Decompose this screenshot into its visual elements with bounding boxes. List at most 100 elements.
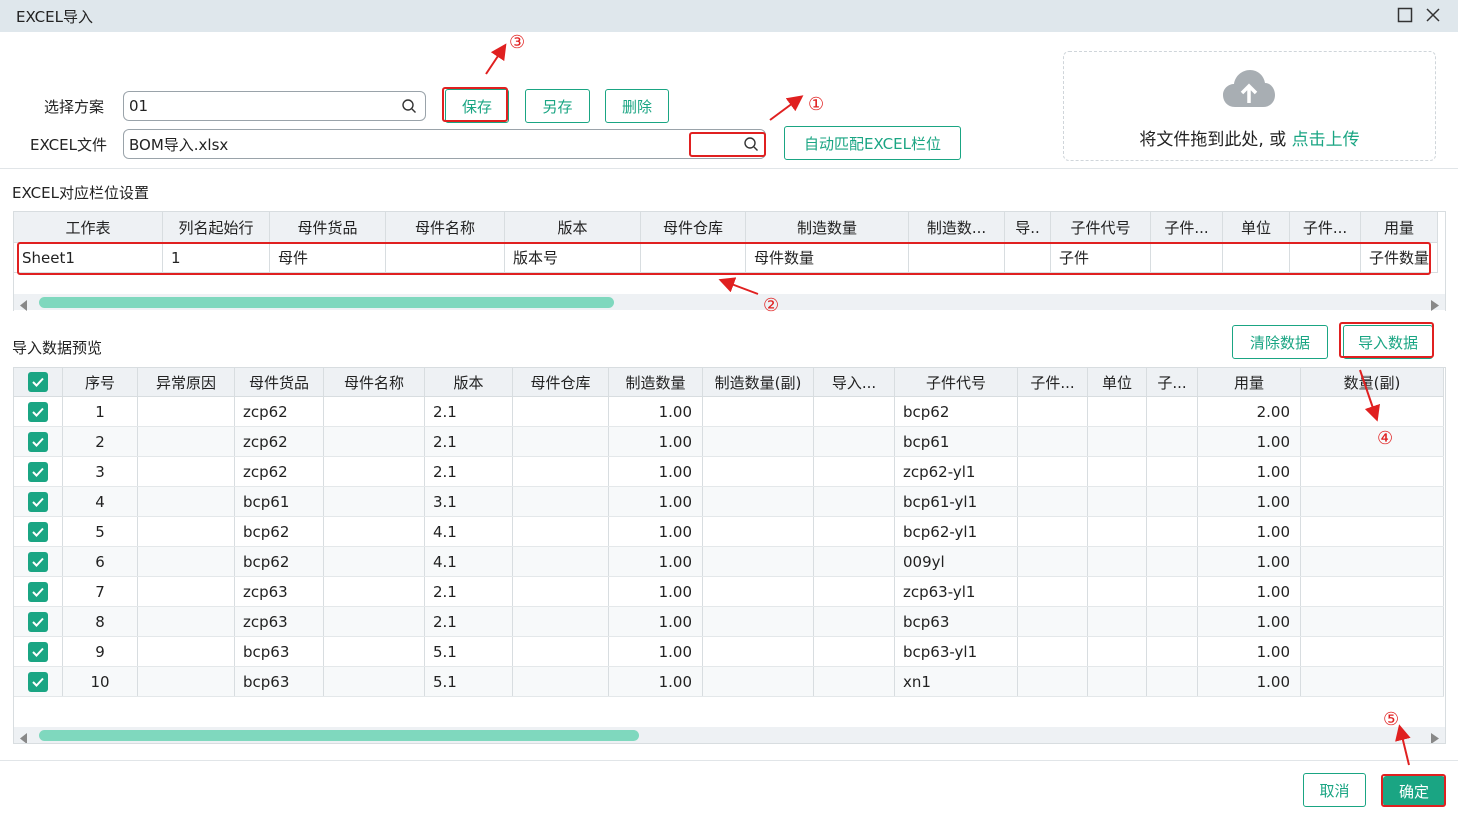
mapping-cell[interactable] — [909, 243, 1005, 272]
table-cell[interactable] — [14, 427, 63, 456]
mapping-header-row: 工作表 列名起始行 母件货品 母件名称 版本 母件仓库 制造数量 制造数... 导.. 子件代号子… — [14, 212, 1438, 243]
table-cell — [1147, 487, 1198, 516]
scroll-left-icon[interactable] — [20, 730, 28, 743]
mapping-cell[interactable]: Sheet1 — [14, 243, 163, 272]
mapping-cell[interactable]: 版本号 — [505, 243, 641, 272]
table-cell[interactable] — [14, 607, 63, 636]
preview-header-cell[interactable]: 母件货品 — [235, 368, 324, 396]
mapping-cell[interactable] — [386, 243, 505, 272]
mapping-cell[interactable] — [1151, 243, 1223, 272]
table-cell[interactable] — [14, 637, 63, 666]
mapping-header-cell[interactable]: 工作表 — [14, 212, 163, 242]
mapping-header-cell[interactable]: 子件代号 — [1051, 212, 1151, 242]
import-data-button[interactable]: 导入数据 — [1343, 325, 1433, 359]
table-cell: zcp63 — [235, 577, 324, 606]
cancel-button[interactable]: 取消 — [1303, 773, 1366, 807]
mapping-header-cell[interactable]: 制造数量 — [746, 212, 909, 242]
mapping-header-cell[interactable]: 母件名称 — [386, 212, 505, 242]
row-checkbox[interactable] — [28, 401, 48, 422]
mapping-scrollbar[interactable] — [14, 294, 1445, 311]
mapping-cell[interactable]: 1 — [163, 243, 270, 272]
table-cell — [1301, 397, 1444, 426]
mapping-header-cell[interactable]: 子件... — [1151, 212, 1223, 242]
mapping-cell[interactable]: 母件 — [270, 243, 386, 272]
delete-button[interactable]: 删除 — [605, 89, 669, 123]
mapping-cell[interactable] — [1290, 243, 1361, 272]
table-cell[interactable] — [14, 547, 63, 576]
table-cell: 1.00 — [1198, 547, 1301, 576]
preview-scrollbar[interactable] — [14, 727, 1445, 743]
mapping-header-cell[interactable]: 单位 — [1223, 212, 1290, 242]
table-cell — [1088, 427, 1147, 456]
row-checkbox[interactable] — [28, 521, 48, 542]
save-as-button[interactable]: 另存 — [525, 89, 590, 123]
preview-header-cell[interactable]: 制造数量 — [609, 368, 703, 396]
mapping-cell[interactable]: 子件数量 — [1361, 243, 1438, 272]
row-checkbox[interactable] — [28, 461, 48, 482]
preview-header-cell[interactable]: 制造数量(副) — [703, 368, 814, 396]
table-cell[interactable] — [14, 487, 63, 516]
scroll-left-icon[interactable] — [20, 297, 28, 311]
table-cell — [703, 667, 814, 696]
file-search-icon[interactable] — [743, 136, 759, 156]
row-checkbox[interactable] — [28, 431, 48, 452]
mapping-header-cell[interactable]: 版本 — [505, 212, 641, 242]
confirm-button[interactable]: 确定 — [1383, 776, 1445, 806]
mapping-header-cell[interactable]: 制造数... — [909, 212, 1005, 242]
close-icon[interactable] — [1424, 6, 1442, 24]
preview-header-cell[interactable]: 异常原因 — [138, 368, 235, 396]
row-checkbox[interactable] — [28, 611, 48, 632]
search-icon[interactable] — [401, 98, 417, 118]
select-all-checkbox[interactable] — [28, 372, 48, 392]
preview-header-cell[interactable]: 导入... — [814, 368, 895, 396]
table-cell[interactable] — [14, 397, 63, 426]
mapping-cell[interactable]: 母件数量 — [746, 243, 909, 272]
table-cell: 1.00 — [609, 427, 703, 456]
table-cell[interactable] — [14, 457, 63, 486]
maximize-icon[interactable] — [1396, 6, 1414, 24]
mapping-header-cell[interactable]: 导.. — [1005, 212, 1051, 242]
mapping-cell[interactable] — [1223, 243, 1290, 272]
preview-header-cell[interactable]: 用量 — [1198, 368, 1301, 396]
preview-header-cell[interactable]: 数量(副) — [1301, 368, 1444, 396]
upload-dropzone[interactable]: 将文件拖到此处, 或 点击上传 — [1063, 51, 1436, 161]
table-cell[interactable] — [14, 667, 63, 696]
upload-link[interactable]: 点击上传 — [1292, 130, 1360, 150]
auto-match-button[interactable]: 自动匹配EXCEL栏位 — [784, 126, 961, 160]
table-cell[interactable] — [14, 577, 63, 606]
table-cell[interactable] — [14, 517, 63, 546]
mapping-cell[interactable]: 子件 — [1051, 243, 1151, 272]
row-checkbox[interactable] — [28, 581, 48, 602]
mapping-header-cell[interactable]: 母件货品 — [270, 212, 386, 242]
row-checkbox[interactable] — [28, 641, 48, 662]
preview-header-cell[interactable]: 子... — [1147, 368, 1198, 396]
mapping-scrollbar-thumb[interactable] — [39, 297, 614, 308]
preview-header-cell[interactable] — [14, 368, 63, 396]
mapping-header-cell[interactable]: 用量 — [1361, 212, 1438, 242]
scheme-input[interactable]: 01 — [123, 91, 426, 121]
preview-header-cell[interactable]: 版本 — [425, 368, 513, 396]
preview-header-cell[interactable]: 单位 — [1088, 368, 1147, 396]
row-checkbox[interactable] — [28, 551, 48, 572]
mapping-cell[interactable] — [1005, 243, 1051, 272]
mapping-header-cell[interactable]: 列名起始行 — [163, 212, 270, 242]
preview-scrollbar-thumb[interactable] — [39, 730, 639, 741]
file-input[interactable]: BOM导入.xlsx — [123, 129, 766, 159]
save-button[interactable]: 保存 — [445, 89, 509, 123]
row-checkbox[interactable] — [28, 671, 48, 692]
table-cell — [324, 547, 425, 576]
scroll-right-icon[interactable] — [1431, 730, 1439, 743]
preview-header-cell[interactable]: 子件... — [1018, 368, 1088, 396]
preview-header-cell[interactable]: 母件名称 — [324, 368, 425, 396]
table-cell: zcp62-yl1 — [895, 457, 1018, 486]
row-checkbox[interactable] — [28, 491, 48, 512]
table-cell: 2.1 — [425, 607, 513, 636]
mapping-cell[interactable] — [641, 243, 746, 272]
preview-header-cell[interactable]: 序号 — [63, 368, 138, 396]
clear-data-button[interactable]: 清除数据 — [1232, 325, 1328, 359]
preview-header-cell[interactable]: 母件仓库 — [513, 368, 609, 396]
mapping-header-cell[interactable]: 母件仓库 — [641, 212, 746, 242]
mapping-header-cell[interactable]: 子件... — [1290, 212, 1361, 242]
preview-header-cell[interactable]: 子件代号 — [895, 368, 1018, 396]
scroll-right-icon[interactable] — [1431, 297, 1439, 311]
